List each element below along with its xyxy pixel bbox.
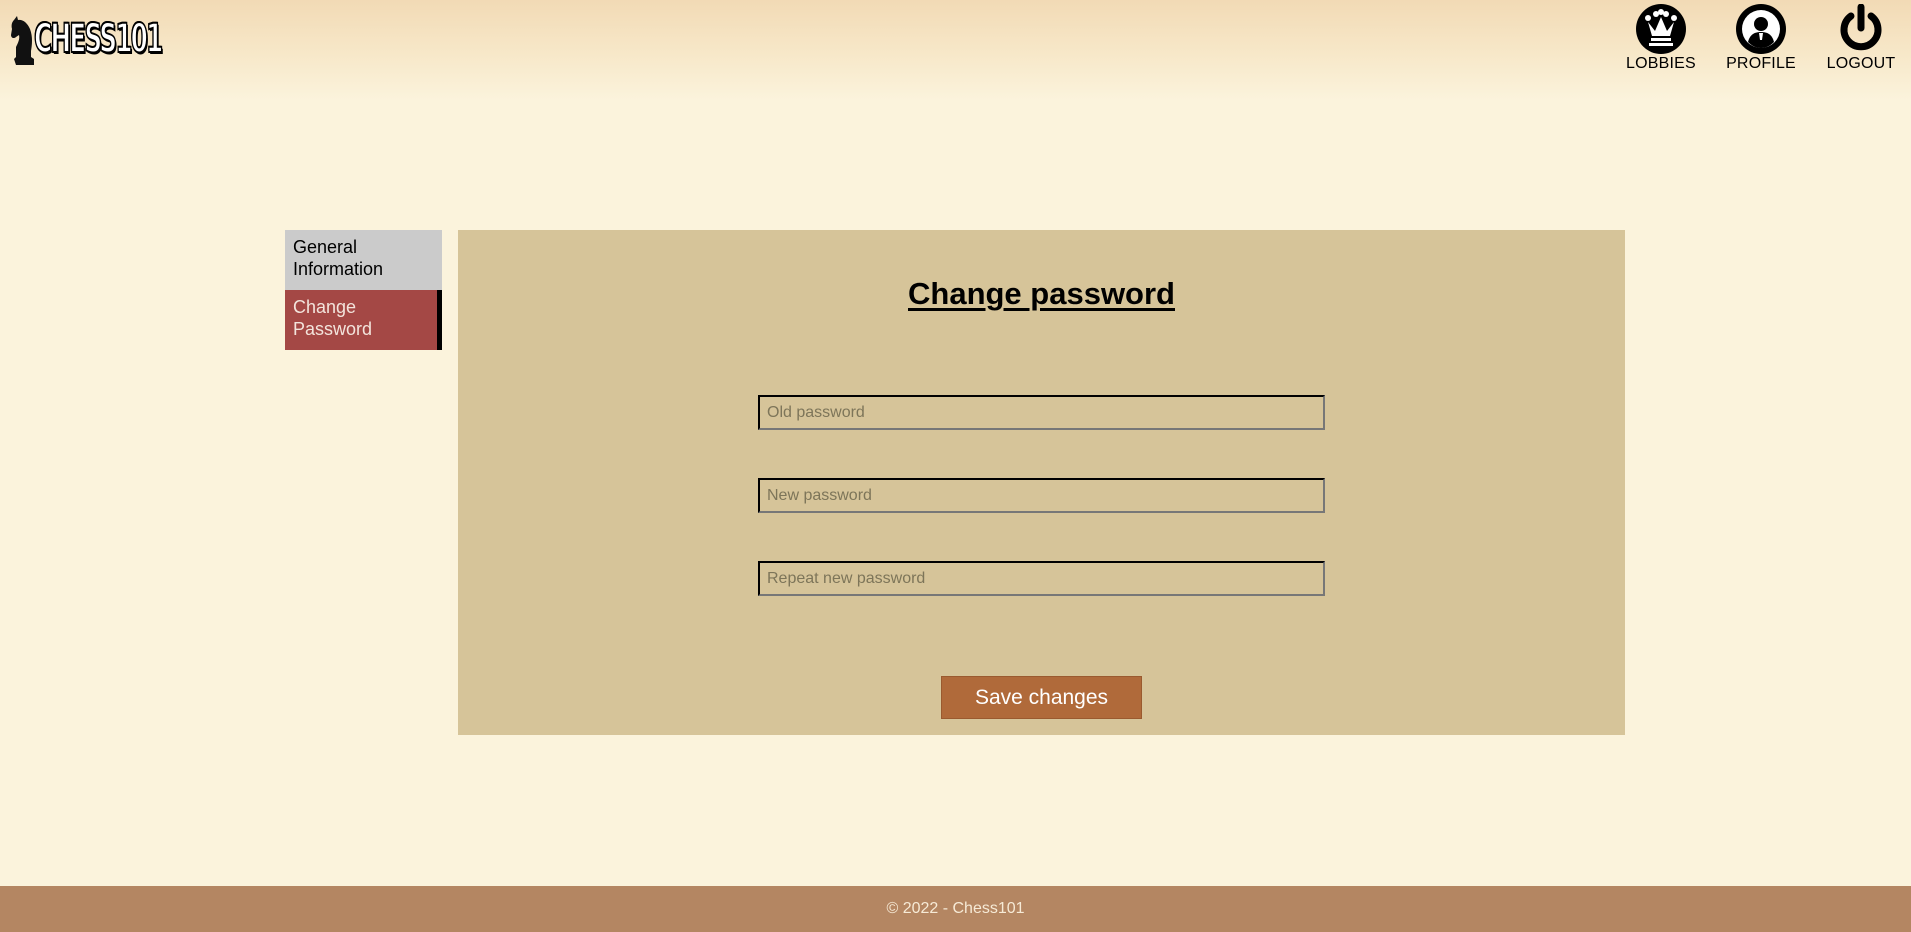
logo[interactable]: CHESS101 xyxy=(10,8,239,70)
settings-sidebar: General Information Change Password xyxy=(285,230,442,350)
change-password-panel: Change password Save changes xyxy=(458,230,1625,735)
nav-profile[interactable]: PROFILE xyxy=(1711,4,1811,73)
sidebar-item-label: General Information xyxy=(293,237,384,279)
footer: © 2022 - Chess101 xyxy=(0,886,1911,932)
footer-copyright: © 2022 - Chess101 xyxy=(886,900,1025,917)
header: CHESS101 LOBBIES PROFILE LOGOUT xyxy=(0,0,1911,100)
sidebar-item-change-password[interactable]: Change Password xyxy=(285,290,442,350)
save-changes-button[interactable]: Save changes xyxy=(941,676,1142,719)
nav-logout-label: LOGOUT xyxy=(1826,55,1896,72)
page-title: Change password xyxy=(908,276,1175,311)
nav-lobbies-label: LOBBIES xyxy=(1626,55,1696,72)
old-password-field[interactable] xyxy=(758,395,1325,430)
repeat-password-field[interactable] xyxy=(758,561,1325,596)
crown-icon xyxy=(1636,4,1686,54)
sidebar-item-label: Change Password xyxy=(293,297,373,339)
nav-lobbies[interactable]: LOBBIES xyxy=(1611,4,1711,73)
new-password-field[interactable] xyxy=(758,478,1325,513)
sidebar-item-general-information[interactable]: General Information xyxy=(285,230,442,290)
power-icon xyxy=(1840,4,1882,51)
top-nav: LOBBIES PROFILE LOGOUT xyxy=(1611,4,1911,73)
nav-profile-label: PROFILE xyxy=(1726,55,1796,72)
logo-text: CHESS101 xyxy=(33,15,164,63)
nav-logout[interactable]: LOGOUT xyxy=(1811,4,1911,73)
user-icon xyxy=(1736,4,1786,54)
